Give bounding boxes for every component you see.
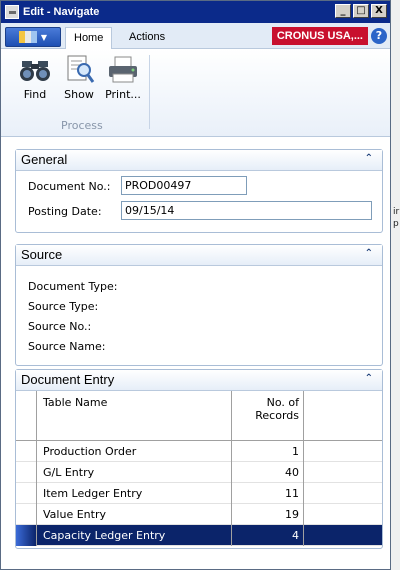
page-content: General ⌃ Document No.: PROD00497 Postin… [1, 138, 390, 569]
column-header-table-name[interactable]: Table Name [37, 391, 232, 441]
ribbon-body: Find Show Print... Process [1, 49, 390, 137]
tab-home[interactable]: Home [65, 27, 113, 49]
document-entry-title: Document Entry [21, 372, 115, 387]
collapse-chevron-icon[interactable]: ⌃ [365, 248, 373, 259]
row-selector [16, 483, 37, 504]
posting-date-field[interactable]: 09/15/14 [121, 201, 372, 220]
general-title: General [21, 152, 68, 167]
background-text-fragment: p [393, 219, 399, 229]
row-selector [16, 441, 37, 462]
background-window: ir p [390, 0, 400, 570]
source-type-label: Source Type: [28, 300, 99, 313]
collapse-chevron-icon[interactable]: ⌃ [365, 373, 373, 384]
source-name-label: Source Name: [28, 340, 106, 353]
table-name-cell: G/L Entry [37, 462, 232, 483]
table-row[interactable]: Value Entry 19 [16, 504, 382, 525]
table-row[interactable]: G/L Entry 40 [16, 462, 382, 483]
records-cell: 4 [232, 525, 304, 546]
document-entry-header[interactable]: Document Entry ⌃ [16, 370, 382, 391]
tab-actions[interactable]: Actions [121, 27, 173, 49]
find-button-label: Find [23, 88, 47, 101]
document-type-label: Document Type: [28, 280, 118, 293]
table-name-cell: Value Entry [37, 504, 232, 525]
row-selector [16, 525, 37, 546]
window-title: Edit - Navigate [23, 6, 100, 18]
ribbon-group-label: Process [61, 119, 103, 132]
app-icon [5, 5, 19, 19]
application-menu-button[interactable]: ▼ [5, 27, 61, 47]
document-entry-fasttab: Document Entry ⌃ Table Name No. of Recor… [15, 369, 383, 549]
document-entry-grid: Table Name No. of Records Production Ord… [16, 391, 382, 546]
close-button[interactable]: X [371, 4, 387, 18]
row-selector [16, 462, 37, 483]
find-button[interactable]: Find [15, 55, 55, 101]
maximize-button[interactable]: □ [353, 4, 369, 18]
row-selector [16, 504, 37, 525]
ribbon-tab-bar: ▼ Home Actions CRONUS USA,... ? [1, 23, 390, 49]
print-button[interactable]: Print... [103, 55, 143, 101]
collapse-chevron-icon[interactable]: ⌃ [365, 153, 373, 164]
table-name-cell: Production Order [37, 441, 232, 462]
posting-date-label: Posting Date: [28, 205, 102, 218]
minimize-button[interactable]: _ [335, 4, 351, 18]
document-magnifier-icon [67, 55, 95, 83]
show-button[interactable]: Show [59, 55, 99, 101]
table-row[interactable]: Item Ledger Entry 11 [16, 483, 382, 504]
source-title: Source [21, 247, 63, 262]
title-bar[interactable]: Edit - Navigate _ □ X [1, 1, 390, 23]
records-header-line2: Records [255, 409, 299, 422]
chevron-down-icon: ▼ [40, 32, 48, 42]
records-cell: 40 [232, 462, 304, 483]
source-no-label: Source No.: [28, 320, 92, 333]
row-selector-header [16, 391, 37, 441]
records-header-line1: No. of [266, 396, 299, 409]
show-button-label: Show [64, 88, 94, 101]
source-header[interactable]: Source ⌃ [16, 245, 382, 266]
print-button-label: Print... [105, 88, 141, 101]
records-cell: 11 [232, 483, 304, 504]
records-cell: 1 [232, 441, 304, 462]
document-no-label: Document No.: [28, 180, 111, 193]
records-cell: 19 [232, 504, 304, 525]
dynamics-logo-icon [18, 31, 37, 43]
ribbon-group-separator [149, 55, 150, 129]
column-header-no-of-records[interactable]: No. of Records [232, 391, 304, 441]
general-header[interactable]: General ⌃ [16, 150, 382, 171]
grid-header: Table Name No. of Records [16, 391, 382, 441]
general-fasttab: General ⌃ Document No.: PROD00497 Postin… [15, 149, 383, 233]
navigate-window: Edit - Navigate _ □ X ▼ Home Actions CRO… [0, 0, 391, 570]
source-fasttab: Source ⌃ Document Type: Source Type: Sou… [15, 244, 383, 366]
background-text-fragment: ir [393, 207, 400, 217]
table-row[interactable]: Production Order 1 [16, 441, 382, 462]
help-icon[interactable]: ? [371, 28, 387, 44]
table-name-cell: Capacity Ledger Entry [37, 525, 232, 546]
document-no-field[interactable]: PROD00497 [121, 176, 247, 195]
company-badge[interactable]: CRONUS USA,... [271, 27, 368, 45]
printer-icon [109, 56, 137, 83]
table-name-cell: Item Ledger Entry [37, 483, 232, 504]
binoculars-icon [20, 61, 50, 81]
table-row-selected[interactable]: Capacity Ledger Entry 4 [16, 525, 382, 546]
